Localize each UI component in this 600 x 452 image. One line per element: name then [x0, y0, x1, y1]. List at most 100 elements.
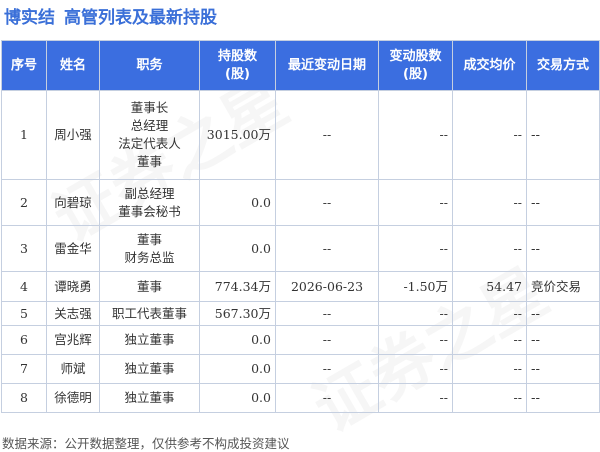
cell-price: --: [452, 325, 527, 355]
cell-price: --: [452, 301, 527, 326]
cell-no: 8: [1, 383, 47, 413]
cell-shares: 0.0: [199, 179, 276, 226]
position-line: 董事会秘书: [118, 203, 181, 219]
cell-name: 雷金华: [46, 225, 100, 272]
cell-date: --: [275, 354, 379, 384]
cell-position: 董事 财务总监: [99, 225, 200, 272]
cell-change: --: [378, 301, 453, 326]
cell-method: 竞价交易: [526, 271, 600, 302]
cell-position: 独立董事: [99, 325, 200, 355]
position-line: 副总经理: [124, 185, 175, 201]
cell-no: 7: [1, 354, 47, 384]
cell-price: --: [452, 354, 527, 384]
cell-position: 独立董事: [99, 383, 200, 413]
cell-date: --: [275, 301, 379, 326]
cell-method: --: [526, 225, 600, 272]
table-row: 7 师斌 独立董事 0.0 -- -- -- --: [1, 354, 600, 384]
cell-date: --: [275, 179, 379, 226]
cell-position: 副总经理 董事会秘书: [99, 179, 200, 226]
header-change-label: 变动股数 (股): [389, 48, 442, 82]
cell-change: --: [378, 90, 453, 180]
cell-name: 周小强: [46, 90, 100, 180]
cell-name: 徐德明: [46, 383, 100, 413]
cell-change: -1.50万: [378, 271, 453, 302]
cell-date: --: [275, 225, 379, 272]
company-name: 博实结: [4, 8, 55, 28]
cell-method: --: [526, 179, 600, 226]
cell-method: --: [526, 354, 600, 384]
table-row: 8 徐德明 独立董事 0.0 -- -- -- --: [1, 383, 600, 413]
cell-position: 董事: [99, 271, 200, 302]
cell-name: 宫兆辉: [46, 325, 100, 355]
cell-shares: 0.0: [199, 354, 276, 384]
cell-position: 董事长总经理法定代表人董事: [99, 90, 200, 180]
cell-shares: 3015.00万: [199, 90, 276, 180]
cell-change: --: [378, 354, 453, 384]
header-change: 变动股数 (股): [378, 40, 453, 91]
position-line: 董事: [136, 154, 162, 169]
position-line: 独立董事: [124, 361, 175, 376]
table-row: 1 周小强 董事长 总经理 法定代表人 董事 3015.00万 -- -- -- --: [1, 90, 600, 180]
cell-price: --: [452, 179, 527, 226]
cell-no: 6: [1, 325, 47, 355]
position-line: 董事: [136, 231, 162, 247]
cell-method: --: [526, 383, 600, 413]
cell-name: 师斌: [46, 354, 100, 384]
cell-position: 独立董事: [99, 354, 200, 384]
executives-table: 序号 姓名 职务 持股数 (股) 最近变动日期 变动股数 (股) 成交均价 交易方式…: [1, 40, 600, 413]
cell-date: 2026-06-23: [275, 271, 379, 302]
cell-shares: 0.0: [199, 325, 276, 355]
position-line: 董事长: [130, 100, 169, 115]
table-row: 3 雷金华 董事 财务总监 0.0 -- -- -- --: [1, 225, 600, 272]
cell-change: --: [378, 179, 453, 226]
position-line: 董事: [136, 278, 162, 294]
cell-no: 5: [1, 301, 47, 326]
header-shares-label: 持股数 (股): [217, 48, 257, 82]
data-source-note: 数据来源：公开数据整理，仅供参考不构成投资建议: [2, 436, 290, 451]
cell-name: 关志强: [46, 301, 100, 326]
cell-change: --: [378, 383, 453, 413]
cell-no: 3: [1, 225, 47, 272]
cell-no: 2: [1, 179, 47, 226]
cell-date: --: [275, 90, 379, 180]
table-header-row: 序号 姓名 职务 持股数 (股) 最近变动日期 变动股数 (股) 成交均价 交易方式: [1, 40, 600, 91]
cell-no: 1: [1, 90, 47, 180]
cell-price: --: [452, 90, 527, 180]
cell-no: 4: [1, 271, 47, 302]
position-line: 独立董事: [124, 390, 175, 405]
header-position: 职务: [99, 40, 200, 91]
cell-method: --: [526, 90, 600, 180]
position-line: 总经理: [130, 118, 169, 133]
cell-shares: 0.0: [199, 225, 276, 272]
section-title: 高管列表及最新持股: [64, 8, 217, 28]
cell-name: 向碧琼: [46, 179, 100, 226]
position-line: 法定代表人: [118, 136, 181, 151]
cell-price: --: [452, 383, 527, 413]
table-row: 2 向碧琼 副总经理 董事会秘书 0.0 -- -- -- --: [1, 179, 600, 226]
cell-price: --: [452, 225, 527, 272]
table-row: 6 宫兆辉 独立董事 0.0 -- -- -- --: [1, 325, 600, 355]
cell-position: 职工代表董事: [99, 301, 200, 326]
page-title: 博实结 高管列表及最新持股: [4, 3, 217, 28]
cell-shares: 567.30万: [199, 301, 276, 326]
position-line: 财务总监: [124, 249, 175, 265]
cell-name: 谭晓勇: [46, 271, 100, 302]
header-shares: 持股数 (股): [199, 40, 276, 91]
header-method: 交易方式: [526, 40, 600, 91]
table-row: 5 关志强 职工代表董事 567.30万 -- -- -- --: [1, 301, 600, 326]
table-row: 4 谭晓勇 董事 774.34万 2026-06-23 -1.50万 54.47 竞价交易: [1, 271, 600, 302]
cell-date: --: [275, 325, 379, 355]
cell-method: --: [526, 301, 600, 326]
position-line: 职工代表董事: [111, 305, 187, 321]
cell-price: 54.47: [452, 271, 527, 302]
cell-change: --: [378, 325, 453, 355]
cell-method: --: [526, 325, 600, 355]
header-name: 姓名: [46, 40, 100, 91]
header-price: 成交均价: [452, 40, 527, 91]
cell-date: --: [275, 383, 379, 413]
header-date: 最近变动日期: [275, 40, 379, 91]
header-no: 序号: [1, 40, 47, 91]
cell-shares: 0.0: [199, 383, 276, 413]
cell-shares: 774.34万: [199, 271, 276, 302]
cell-change: --: [378, 225, 453, 272]
